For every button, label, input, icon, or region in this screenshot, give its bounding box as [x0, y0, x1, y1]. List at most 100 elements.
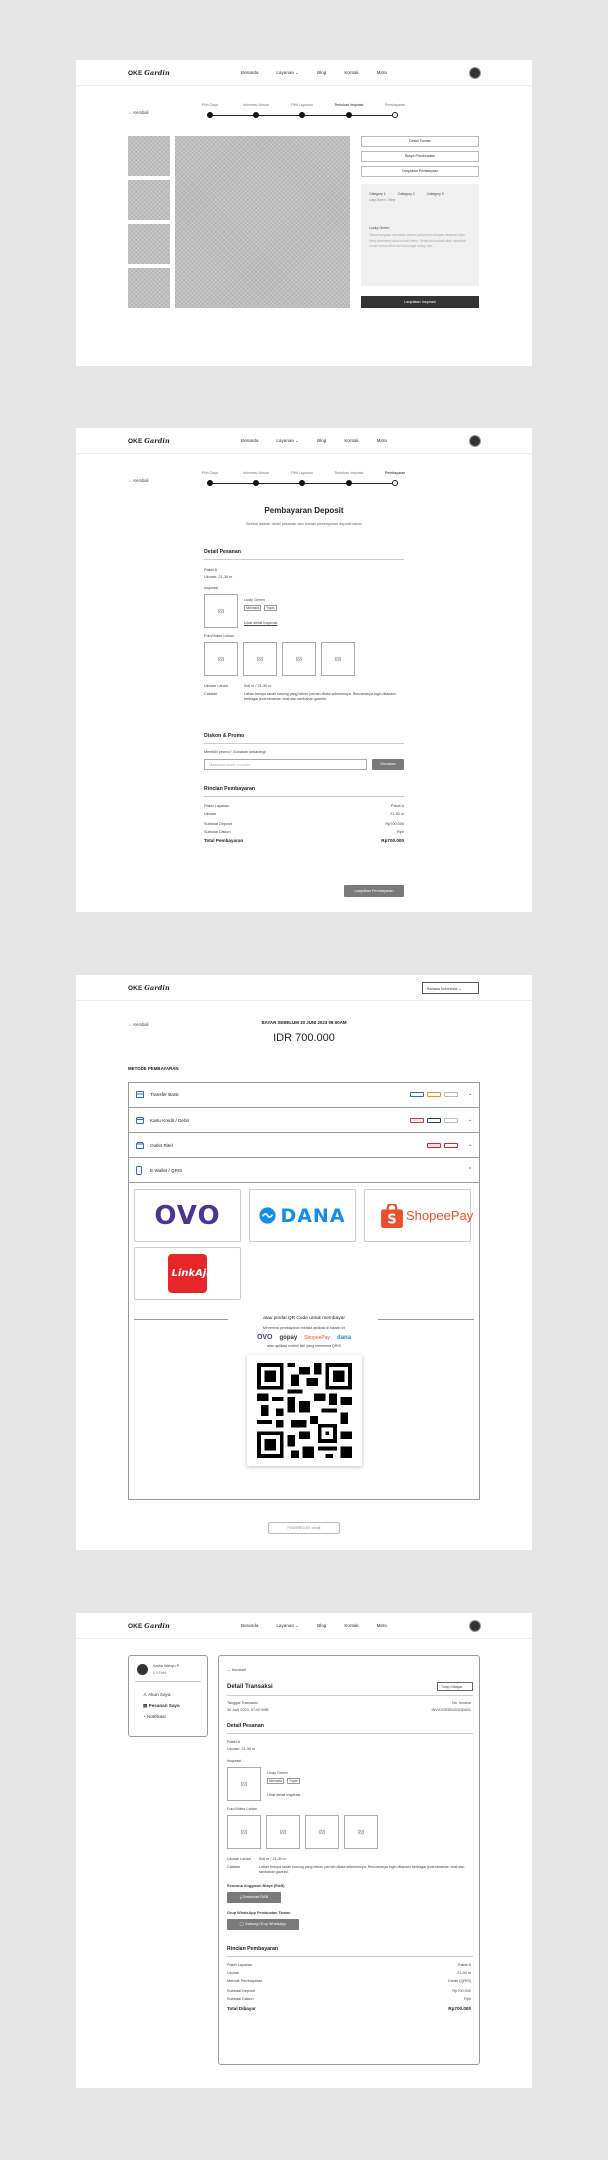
nav-kontak[interactable]: Kontak	[344, 1623, 358, 1629]
catatan-label: Catatan	[227, 1865, 241, 1869]
lahan-image[interactable]	[321, 642, 355, 676]
progress-stepper: Pilih Gaya Informasi Umum Pilih Layanan …	[201, 103, 411, 123]
download-rab-button[interactable]: ⤓ Download RAB	[227, 1892, 281, 1903]
thumbnail[interactable]	[128, 180, 170, 220]
ukuran-lahan-label: Ukuran Lahan	[204, 684, 228, 688]
nav-mitra[interactable]: Mitra	[377, 438, 387, 444]
row-label: Ukuran	[227, 1971, 240, 1975]
nav-mitra[interactable]: Mitra	[377, 1623, 387, 1629]
sidebar-item-pesanan[interactable]: ▤ Pesanan Saya	[143, 1703, 180, 1709]
step-label: Pilih Layanan	[291, 471, 313, 475]
avatar[interactable]	[469, 1620, 481, 1632]
nav-beranda[interactable]: Beranda	[241, 70, 258, 76]
thumbnail[interactable]	[128, 136, 170, 176]
thumbnail[interactable]	[128, 268, 170, 308]
lihat-inspirasi-link[interactable]: Lihat detail inspirasi	[244, 621, 277, 625]
image-icon	[280, 1829, 286, 1835]
lahan-image[interactable]	[227, 1815, 261, 1849]
step-dot	[207, 112, 213, 118]
biaya-button[interactable]: Biaya Pembuatan	[361, 151, 479, 162]
nav-kontak[interactable]: Kontak	[344, 70, 358, 76]
logo[interactable]: OKE Gardin	[128, 1622, 170, 1630]
chevron-up-icon: ⌃	[468, 1167, 473, 1173]
avatar[interactable]	[469, 435, 481, 447]
method-ewallet[interactable]: E-Wallet / QRIS ⌃	[128, 1157, 480, 1182]
lanjut-button[interactable]: Lanjutkan Inspirasi	[361, 296, 479, 308]
catatan-value: Lahan berupa tanah kosong yang belum per…	[244, 692, 397, 701]
detail-taman-button[interactable]: Detail Taman	[361, 136, 479, 147]
nav-blog[interactable]: Blog	[317, 70, 326, 76]
amount: IDR 700.000	[273, 1032, 335, 1044]
logo[interactable]: OKE Gardin	[128, 69, 170, 77]
lihat-inspirasi-link[interactable]: Lihat detail inspirasi	[267, 1793, 300, 1797]
linkaja-option[interactable]: LinkAja!	[134, 1247, 241, 1300]
nav-layanan[interactable]: Layanan ⌄	[276, 438, 299, 444]
visa-icon	[427, 1118, 441, 1123]
lanjut-pembayaran-button[interactable]: Lanjutkan Pembayaran	[344, 885, 404, 897]
method-outlet-ritel[interactable]: Outlet Ritel ⌄	[128, 1132, 480, 1157]
dana-logo: DANA	[280, 1204, 346, 1227]
nav-kontak[interactable]: Kontak	[344, 438, 358, 444]
row-value: 21-30 m	[390, 812, 404, 816]
lahan-image[interactable]	[305, 1815, 339, 1849]
lahan-image[interactable]	[282, 642, 316, 676]
join-whatsapp-button[interactable]: ◯ Gabung Grup WhatsApp	[227, 1919, 299, 1930]
logo[interactable]: OKE Gardin	[128, 437, 170, 445]
section-title: Detail Pesanan	[204, 549, 241, 555]
dana-option[interactable]: DANA	[249, 1189, 356, 1242]
shopeepay-option[interactable]: S ShopeePay	[364, 1189, 473, 1242]
image-icon	[319, 1829, 325, 1835]
inspirasi-image	[227, 1767, 261, 1801]
step-label: Tentukan Inspirasi	[334, 471, 364, 475]
back-link[interactable]: ← Kembali	[227, 1668, 246, 1672]
step-dot	[207, 480, 213, 486]
step-dot	[392, 480, 398, 486]
ovo-option[interactable]: OVO	[134, 1189, 241, 1242]
lahan-image[interactable]	[344, 1815, 378, 1849]
qr-subtitle: Menerima pembayaran melalui aplikasi di …	[262, 1326, 346, 1330]
qr-brands: OVO gopay ShopeePay dana	[234, 1333, 374, 1342]
apply-voucher-button[interactable]: Gunakan	[372, 759, 404, 770]
nav-mitra[interactable]: Mitra	[377, 70, 387, 76]
logo[interactable]: OKE Gardin	[128, 984, 170, 992]
nav-beranda[interactable]: Beranda	[241, 438, 258, 444]
style-tag: Tropis	[287, 1778, 300, 1784]
transaction-card: ← Kembali Detail Transaksi Tutup Dibayar…	[218, 1655, 480, 2065]
language-select[interactable]: Bahasa Indonesia ⌄	[422, 982, 479, 994]
voucher-input[interactable]: Masukkan kode voucher	[204, 759, 367, 770]
total-value: Rp700.000	[381, 838, 404, 843]
nav-beranda[interactable]: Beranda	[241, 1623, 258, 1629]
row-label: Subtotal Diskon	[204, 830, 231, 834]
step-label: Pembayaran	[384, 103, 406, 107]
nav-blog[interactable]: Blog	[317, 1623, 326, 1629]
back-link[interactable]: ← Kembali	[128, 110, 148, 115]
method-label: E-Wallet / QRIS	[150, 1168, 183, 1173]
category: Category 1	[369, 192, 386, 196]
top-nav: OKE Gardin Beranda Layanan ⌄ Blog Kontak…	[76, 60, 532, 86]
thumbnail[interactable]	[128, 224, 170, 264]
step-dot	[346, 112, 352, 118]
nav-blog[interactable]: Blog	[317, 438, 326, 444]
nav-layanan[interactable]: Layanan ⌄	[276, 1623, 299, 1629]
tanya-button[interactable]: Tanyakan Pertanyaan	[361, 166, 479, 177]
lahan-image[interactable]	[266, 1815, 300, 1849]
invoice-label: No. Invoice	[452, 1701, 471, 1705]
avatar[interactable]	[469, 67, 481, 79]
method-label: Transfer Bank	[150, 1092, 179, 1097]
lahan-image[interactable]	[204, 642, 238, 676]
lahan-image[interactable]	[243, 642, 277, 676]
nav-layanan[interactable]: Layanan ⌄	[276, 70, 299, 76]
powered-by-xendit: POWERED BY xendit	[268, 1522, 340, 1534]
method-kartu-kredit[interactable]: Kartu Kredit / Debit ⌄	[128, 1107, 480, 1132]
step-label: Pilih Gaya	[201, 103, 219, 107]
category: Category 3	[427, 192, 444, 196]
sidebar-item-notifikasi[interactable]: ◔ Notifikasi	[143, 1714, 166, 1719]
back-link[interactable]: ← Kembali	[128, 478, 148, 483]
top-nav: OKE Gardin Beranda Layanan ⌄ Blog Kontak…	[76, 428, 532, 454]
method-transfer-bank[interactable]: Transfer Bank ⌄	[128, 1082, 480, 1107]
ukuran-label: Ukuran: 21-30 m	[204, 575, 233, 579]
screen-deposit: OKE Gardin Beranda Layanan ⌄ Blog Kontak…	[76, 428, 532, 912]
sidebar-item-akun[interactable]: ♙ Akun Saya	[143, 1692, 170, 1698]
style-name: Lusty Green	[267, 1771, 288, 1775]
step-dot	[392, 112, 398, 118]
